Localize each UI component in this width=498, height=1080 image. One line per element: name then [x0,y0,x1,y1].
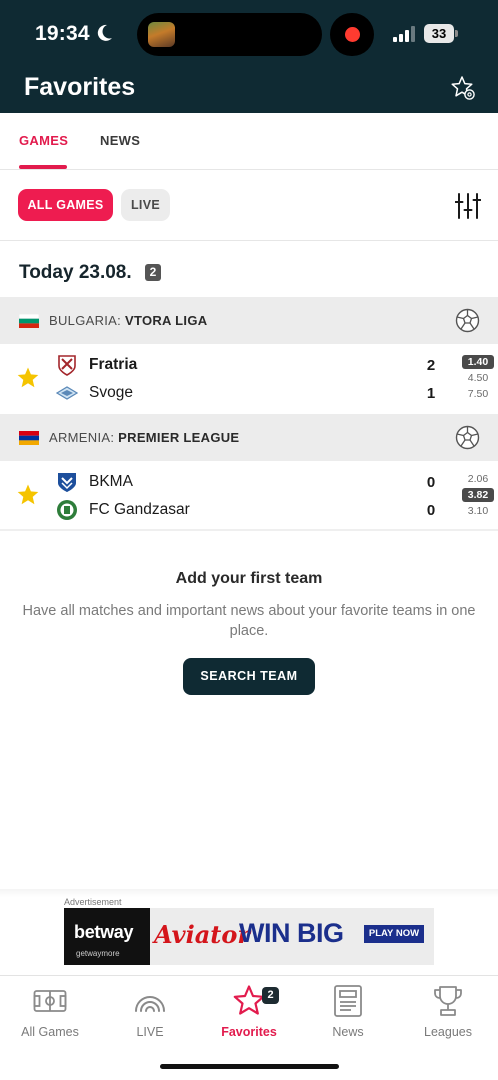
content-tabs: GAMES NEWS [0,113,498,170]
home-team-name: Fratria [89,356,138,373]
away-score: 0 [426,502,436,519]
nav-label: News [332,1025,364,1039]
live-signal-icon [135,996,165,1012]
tab-news[interactable]: NEWS [100,133,140,148]
nav-label: All Games [21,1025,79,1039]
league-header[interactable]: BULGARIA: VTORA LIGA [0,297,498,344]
away-team: FC Gandzasar [56,499,396,523]
ad-brand-sub: getwaymore [76,949,120,958]
pitch-icon [33,990,67,1012]
dynamic-island [137,13,322,56]
nav-live[interactable]: LIVE [100,984,200,1039]
match-row[interactable]: BKMA FC Gandzasar 0 0 2.06 3.82 3.10 [0,461,498,531]
nav-leagues[interactable]: Leagues [398,984,498,1039]
odd-home[interactable]: 2.06 [462,472,494,486]
armenia-flag-icon [19,431,39,445]
bkma-crest-icon [58,473,76,492]
home-team-name: BKMA [89,473,133,490]
live-filter[interactable]: LIVE [121,189,170,221]
date-heading: Today 23.08. [19,262,132,283]
active-tab-indicator [19,165,67,169]
football-icon [455,425,480,450]
home-indicator[interactable] [160,1064,339,1069]
away-team-name: FC Gandzasar [89,501,190,518]
nav-favorites[interactable]: 2 Favorites [199,984,299,1039]
home-team: Fratria [56,354,396,378]
league-name: ARMENIA: PREMIER LEAGUE [49,430,240,445]
odd-draw[interactable]: 4.50 [462,371,494,385]
filter-bar: ALL GAMES LIVE [0,170,498,241]
page-title: Favorites [24,73,136,101]
star-icon [233,985,265,1015]
recording-indicator [330,13,374,56]
favorite-star-icon[interactable] [16,483,40,507]
date-games-count-badge: 2 [145,264,161,281]
empty-state-title: Add your first team [175,570,323,587]
nav-all-games[interactable]: All Games [0,984,100,1039]
football-icon [455,308,480,333]
nav-news[interactable]: News [298,984,398,1039]
favorites-count-badge: 2 [262,987,279,1004]
ad-label: Advertisement [64,897,122,907]
home-team: BKMA [56,471,396,495]
odd-home[interactable]: 1.40 [462,355,494,369]
ad-brand: betway [74,922,134,942]
favorites-settings-icon[interactable] [450,75,476,101]
app-header: 19:34 33 Favorites [0,0,498,113]
status-time: 19:34 [35,22,90,45]
favorite-star-icon[interactable] [16,366,40,390]
league-header[interactable]: ARMENIA: PREMIER LEAGUE [0,414,498,461]
odd-away[interactable]: 3.10 [462,504,494,518]
nav-label: Leagues [424,1025,472,1039]
ad-banner[interactable]: betway getwaymore Aviator WIN BIG PLAY N… [64,908,434,965]
fratria-crest-icon [58,355,76,376]
signal-icon [393,26,415,42]
away-team: Svoge [56,382,396,406]
trophy-icon [434,986,462,1016]
ad-cta-button[interactable]: PLAY NOW [364,925,424,943]
battery-icon: 33 [424,24,458,43]
away-team-name: Svoge [89,384,133,401]
newspaper-icon [334,985,362,1017]
away-score: 1 [426,385,436,402]
nav-label: LIVE [136,1025,164,1039]
svoge-crest-icon [56,386,78,400]
media-thumbnail [148,22,175,47]
battery-level: 33 [424,24,454,43]
nav-label: Favorites [221,1025,277,1039]
ad-headline: WIN BIG [239,918,344,948]
divider [0,529,498,531]
ad-divider [0,889,498,897]
odd-away[interactable]: 7.50 [462,387,494,401]
tab-games[interactable]: GAMES [19,133,68,148]
ad-brand-block: betway getwaymore [64,908,150,965]
moon-icon [97,24,112,41]
odd-draw[interactable]: 3.82 [462,488,494,502]
gandzasar-crest-icon [57,500,77,520]
empty-state-text: Have all matches and important news abou… [22,603,476,639]
bulgaria-flag-icon [19,314,39,328]
home-score: 2 [426,357,436,374]
match-row[interactable]: Fratria Svoge 2 1 1.40 4.50 7.50 [0,344,498,414]
record-dot-icon [345,27,360,42]
all-games-filter[interactable]: ALL GAMES [18,189,113,221]
sliders-icon[interactable] [455,192,481,220]
search-team-button[interactable]: SEARCH TEAM [183,658,315,695]
home-score: 0 [426,474,436,491]
ad-game-name: Aviator [154,920,250,949]
league-name: BULGARIA: VTORA LIGA [49,313,208,328]
